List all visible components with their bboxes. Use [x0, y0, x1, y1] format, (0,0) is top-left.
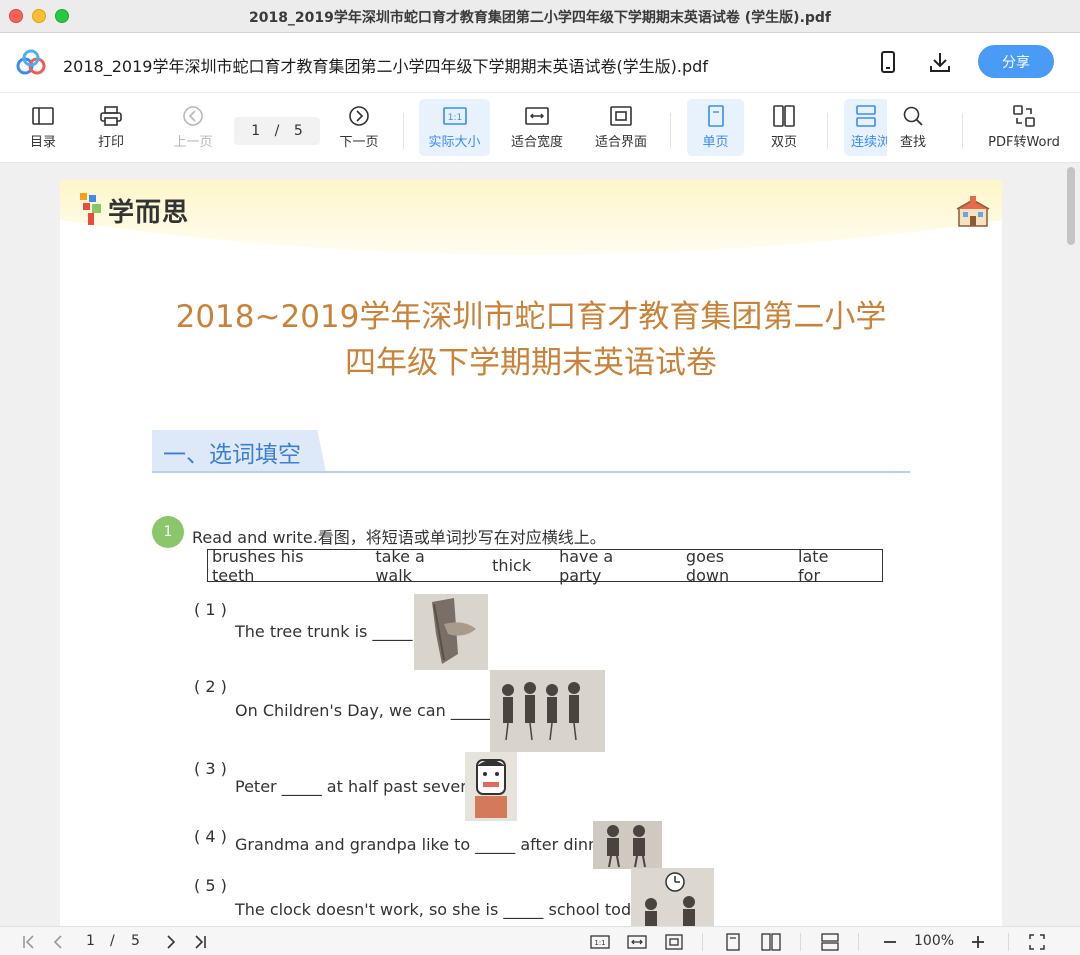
word-bank-item: goes down	[685, 546, 730, 585]
phone-icon[interactable]	[875, 49, 901, 75]
pdf-to-word-button[interactable]: PDF转Word	[982, 99, 1066, 156]
actual-size-button[interactable]: 1:1 实际大小	[419, 99, 490, 156]
share-button[interactable]: 分享	[978, 45, 1054, 78]
fit-page-button[interactable]: 适合界面	[589, 99, 653, 156]
word-bank-item: have a party	[559, 546, 614, 585]
toolbar-divider	[962, 113, 963, 149]
double-page-icon	[773, 103, 795, 129]
item-number: ( 2 )	[194, 677, 227, 696]
fullscreen-icon[interactable]	[1026, 931, 1048, 953]
word-bank-item: brushes his teeth	[212, 546, 304, 585]
bottom-status-bar: 1 / 5 1:1 100%	[0, 926, 1080, 955]
double-page-button[interactable]: 双页	[760, 99, 808, 156]
toolbar-divider	[403, 113, 404, 149]
item-number: ( 1 )	[194, 600, 227, 619]
print-button[interactable]: 打印	[90, 99, 132, 156]
item-sentence: The tree trunk is _____ .	[235, 622, 423, 641]
chevron-right-icon[interactable]	[160, 931, 182, 953]
zoom-level[interactable]: 100%	[914, 933, 954, 949]
statusbar-divider	[1008, 933, 1009, 951]
word-bank-item: take a walk	[375, 546, 425, 585]
toolbar-divider	[670, 113, 671, 149]
prev-page-button[interactable]: 上一页	[168, 99, 218, 156]
first-page-icon[interactable]	[18, 931, 40, 953]
actual-size-icon: 1:1	[442, 103, 467, 129]
catalog-icon	[32, 103, 54, 129]
exam-title-line2: 四年级下学期期末英语试卷	[345, 345, 717, 381]
double-page-icon[interactable]	[760, 931, 782, 953]
party-picture	[490, 670, 605, 752]
window-title: 2018_2019学年深圳市蛇口育才教育集团第二小学四年级下学期期末英语试卷 (…	[248, 10, 832, 26]
chevron-left-circle-icon	[182, 103, 204, 129]
pdf-page: 学而思 2018~2019学年深圳市蛇口育才教育集团第二小学 四年级下学期期末英…	[60, 180, 1002, 940]
item-number: ( 5 )	[194, 876, 227, 895]
statusbar-divider	[702, 933, 703, 951]
chevron-left-icon[interactable]	[47, 931, 69, 953]
exam-title-line1: 2018~2019学年深圳市蛇口育才教育集团第二小学	[175, 299, 887, 335]
app-header: 2018_2019学年深圳市蛇口育才教育集团第二小学四年级下学期期末英语试卷(学…	[0, 33, 1080, 93]
item-sentence: On Children's Day, we can _____ .	[235, 701, 501, 720]
page-number-input[interactable]: 1 / 5	[234, 117, 320, 145]
single-page-icon	[707, 103, 725, 129]
brushing-teeth-picture	[465, 752, 517, 821]
section-divider	[152, 471, 910, 473]
chevron-right-circle-icon	[348, 103, 370, 129]
convert-icon	[1013, 103, 1035, 129]
window-titlebar: 2018_2019学年深圳市蛇口育才教育集团第二小学四年级下学期期末英语试卷 (…	[0, 0, 1080, 33]
single-page-button[interactable]: 单页	[687, 99, 744, 156]
question-instruction: Read and write.看图，将短语或单词抄写在对应横线上。	[192, 528, 606, 547]
statusbar-divider	[800, 933, 801, 951]
word-bank-item: late for	[798, 546, 829, 585]
section-heading: 一、选词填空	[163, 442, 301, 468]
word-bank: brushes his teeth take a walk thick have…	[207, 546, 883, 585]
item-number: ( 3 )	[194, 759, 227, 778]
item-sentence: Peter _____ at half past seven.	[235, 777, 476, 796]
toolbar-divider	[827, 113, 828, 149]
fit-width-icon[interactable]	[626, 931, 648, 953]
document-name: 2018_2019学年深圳市蛇口育才教育集团第二小学四年级下学期期末英语试卷(学…	[63, 57, 708, 76]
svg-text:1:1: 1:1	[594, 939, 605, 947]
catalog-button[interactable]: 目录	[22, 99, 64, 156]
printer-icon	[100, 103, 122, 129]
last-page-icon[interactable]	[189, 931, 211, 953]
search-button[interactable]: 查找	[892, 99, 934, 156]
continuous-scroll-icon	[855, 103, 877, 129]
fit-page-icon	[609, 103, 633, 129]
zoom-out-icon[interactable]	[879, 931, 901, 953]
search-icon	[902, 103, 924, 129]
page-header-banner	[60, 180, 1002, 255]
tree-trunk-picture	[414, 594, 488, 670]
school-building-icon	[956, 196, 990, 227]
brand-logo: 学而思	[80, 192, 189, 228]
svg-text:1:1: 1:1	[447, 113, 461, 123]
fit-page-icon[interactable]	[663, 931, 685, 953]
next-page-button[interactable]: 下一页	[334, 99, 384, 156]
fit-width-icon	[525, 103, 549, 129]
download-icon[interactable]	[927, 49, 953, 75]
actual-size-icon[interactable]: 1:1	[589, 931, 611, 953]
status-page-separator: /	[110, 933, 115, 949]
viewer-toolbar: 目录 打印 上一页 下一页 1:1 实际大小 适合宽度 适合界面 单页 双页 连…	[0, 93, 1080, 163]
walk-picture	[593, 821, 662, 869]
question-number-badge: 1	[152, 516, 184, 548]
word-bank-item: thick	[492, 556, 532, 575]
item-number: ( 4 )	[194, 827, 227, 846]
zoom-in-icon[interactable]	[967, 931, 989, 953]
fit-width-button[interactable]: 适合宽度	[505, 99, 569, 156]
item-sentence: Grandma and grandpa like to _____ after …	[235, 835, 619, 854]
vertical-scrollbar[interactable]	[1067, 167, 1075, 245]
brand-logo-icon	[80, 193, 101, 225]
single-page-icon[interactable]	[722, 931, 744, 953]
app-logo-icon	[16, 49, 46, 75]
status-page-total: 5	[131, 933, 140, 949]
statusbar-divider	[858, 933, 859, 951]
continuous-scroll-icon[interactable]	[819, 931, 841, 953]
continuous-scroll-button[interactable]: 连续浏	[844, 99, 887, 156]
status-page-current[interactable]: 1	[86, 933, 95, 949]
item-sentence: The clock doesn't work, so she is _____ …	[235, 900, 654, 919]
